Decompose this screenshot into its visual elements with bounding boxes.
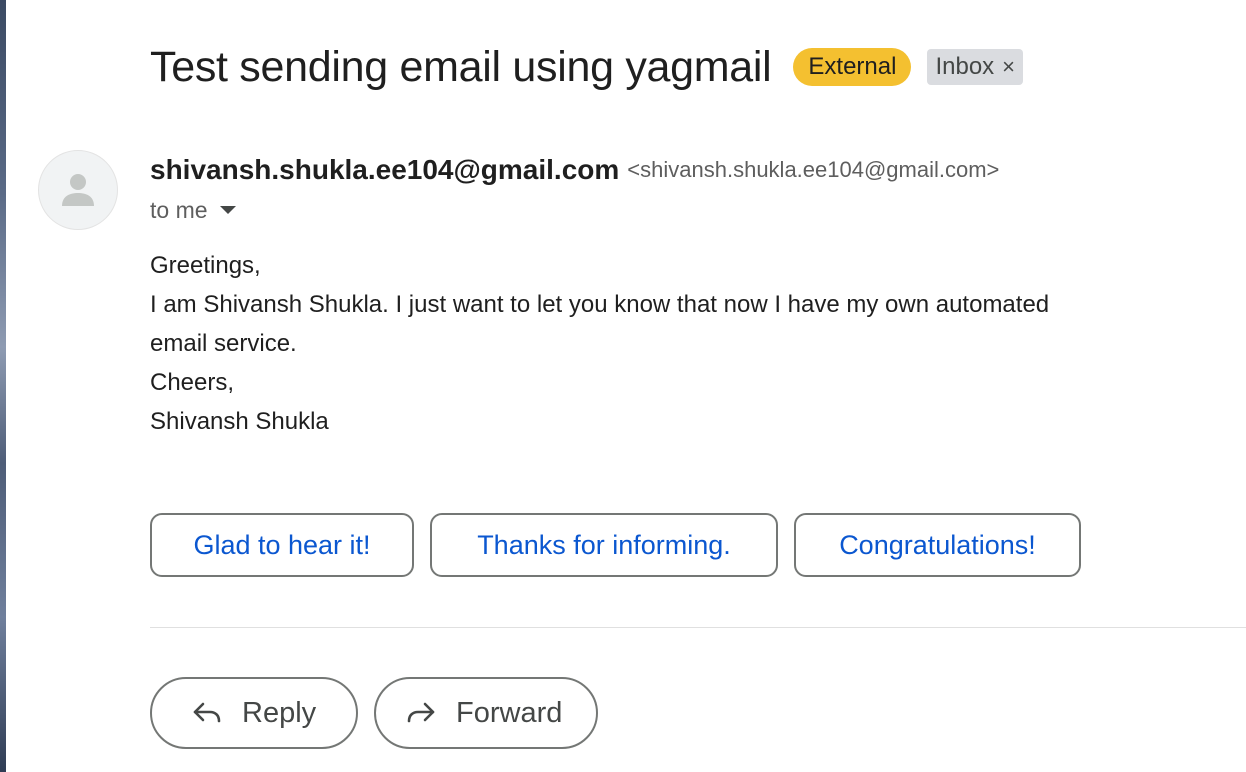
email-subject: Test sending email using yagmail (150, 42, 772, 91)
forward-icon (404, 696, 438, 730)
sender-row: shivansh.shukla.ee104@gmail.com <shivans… (150, 150, 999, 190)
subject-row: Test sending email using yagmail Externa… (150, 40, 1024, 94)
avatar[interactable] (38, 150, 118, 230)
forward-label: Forward (456, 696, 563, 729)
smart-replies: Glad to hear it! Thanks for informing. C… (150, 513, 1097, 577)
body-line: Shivansh Shukla (150, 408, 329, 435)
inbox-label-text: Inbox (935, 53, 995, 80)
inbox-label-chip[interactable]: Inbox × (927, 49, 1024, 85)
email-body: Greetings, I am Shivansh Shukla. I just … (150, 246, 1150, 441)
body-line: Greetings, (150, 252, 261, 279)
window-edge (0, 0, 6, 772)
external-badge: External (793, 48, 912, 86)
reply-label: Reply (242, 696, 317, 729)
body-line: email service. (150, 330, 297, 357)
smart-reply-congratulations[interactable]: Congratulations! (794, 513, 1081, 577)
smart-reply-thanks[interactable]: Thanks for informing. (430, 513, 778, 577)
body-line: I am Shivansh Shukla. I just want to let… (150, 291, 1050, 318)
chevron-down-icon[interactable] (219, 206, 236, 214)
reply-icon (190, 696, 224, 730)
forward-button[interactable]: Forward (374, 677, 598, 749)
sender-email: <shivansh.shukla.ee104@gmail.com> (627, 157, 1000, 182)
body-line: Cheers, (150, 369, 235, 396)
remove-label-icon[interactable]: × (1002, 49, 1015, 85)
recipient-label: to me (150, 196, 208, 223)
smart-reply-glad[interactable]: Glad to hear it! (150, 513, 414, 577)
message-actions: Reply Forward (150, 677, 614, 749)
recipient-details-toggle[interactable]: to me (150, 194, 236, 226)
divider (150, 627, 1246, 628)
sender-name[interactable]: shivansh.shukla.ee104@gmail.com (150, 154, 619, 186)
email-view: Test sending email using yagmail Externa… (0, 0, 1246, 772)
person-icon (62, 174, 94, 206)
reply-button[interactable]: Reply (150, 677, 358, 749)
